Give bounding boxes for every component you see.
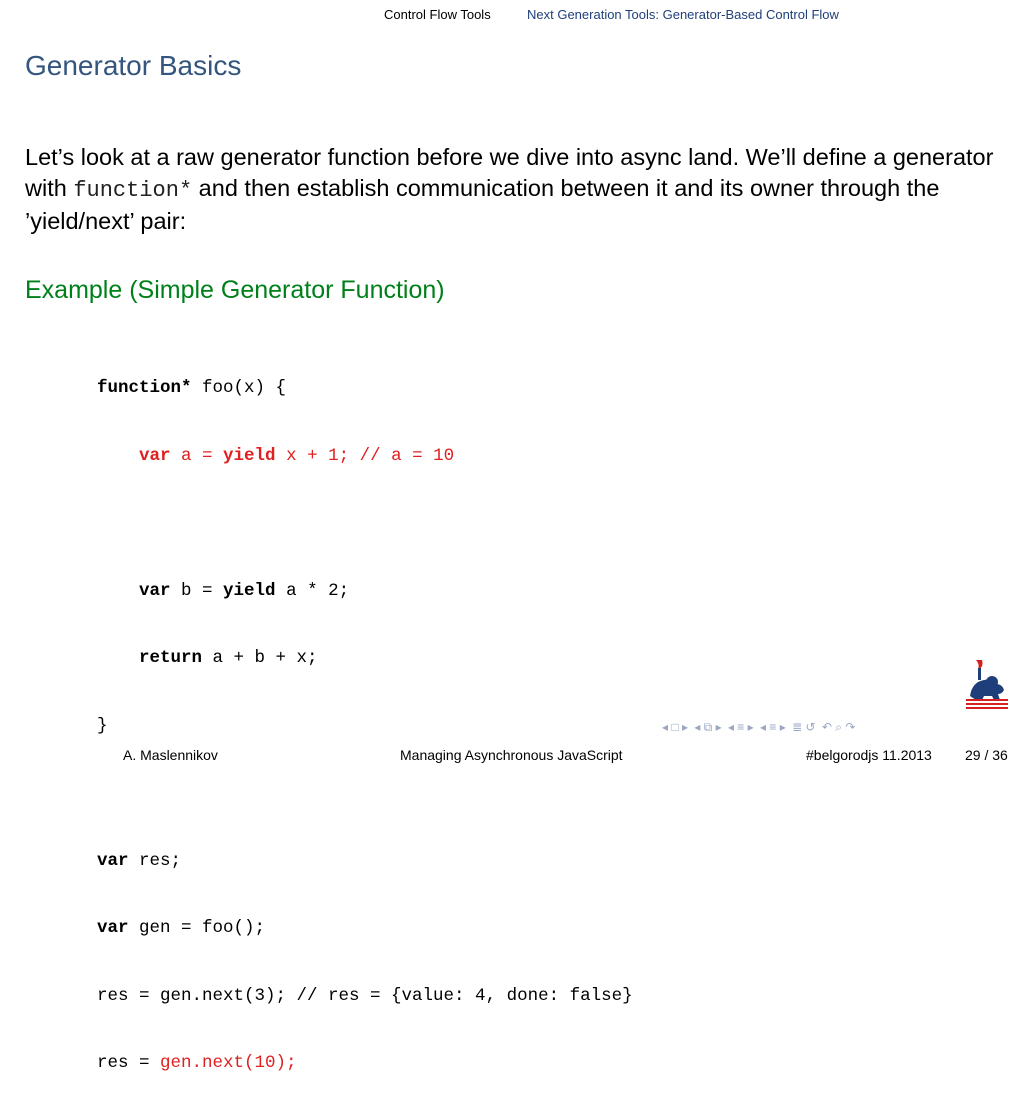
code-line: res = gen.next(10); xyxy=(97,1053,297,1073)
nav-search-icon[interactable]: ↶ ⌕ ↷ xyxy=(822,720,856,734)
slide-title: Generator Basics xyxy=(25,50,242,81)
nav-frame-icon[interactable]: ◂ ⧉ ▸ xyxy=(694,720,721,734)
code-line: var gen = foo(); xyxy=(97,918,266,938)
nav-first-icon[interactable]: ◂ □ ▸ xyxy=(662,720,688,734)
body-inline-code: function* xyxy=(73,178,193,203)
nav-section-next[interactable]: Next Generation Tools: Generator-Based C… xyxy=(527,7,839,22)
nav-section-icon[interactable]: ◂ ≡ ▸ xyxy=(760,720,786,734)
nav-back-icon[interactable]: ≣ ↺ xyxy=(792,720,815,734)
code-line: var b = yield a * 2; xyxy=(139,580,350,601)
footer-title: Managing Asynchronous JavaScript xyxy=(400,747,623,763)
code-line: return a + b + x; xyxy=(139,648,318,668)
footer-author: A. Maslennikov xyxy=(123,747,218,763)
nav-section-current[interactable]: Control Flow Tools xyxy=(384,7,491,22)
code-line-highlighted: var a = yield x + 1; // a = 10 xyxy=(139,445,455,466)
code-line: } xyxy=(97,715,108,736)
code-line: res = gen.next(3); // res = {value: 4, d… xyxy=(97,985,633,1006)
slide-body: Let’s look at a raw generator function b… xyxy=(25,142,1005,237)
top-navigation: Control Flow Tools Next Generation Tools… xyxy=(0,7,1024,23)
lion-crest-logo-icon xyxy=(966,660,1008,709)
slide-footer: A. Maslennikov Managing Asynchronous Jav… xyxy=(0,747,1024,765)
nav-subsection-icon[interactable]: ◂ ≡ ▸ xyxy=(728,720,754,734)
footer-page-number: 29 / 36 xyxy=(965,747,1008,763)
footer-event: #belgorodjs 11.2013 xyxy=(806,747,932,763)
example-title: Example (Simple Generator Function) xyxy=(25,276,445,304)
code-line: function* foo(x) { xyxy=(97,378,287,398)
code-line: var res; xyxy=(97,850,182,871)
code-block: function* foo(x) { var a = yield x + 1; … xyxy=(97,332,633,1097)
beamer-navigation-bar: ◂ □ ▸ ◂ ⧉ ▸ ◂ ≡ ▸ ◂ ≡ ▸ ≣ ↺ ↶ ⌕ ↷ xyxy=(662,720,1017,738)
